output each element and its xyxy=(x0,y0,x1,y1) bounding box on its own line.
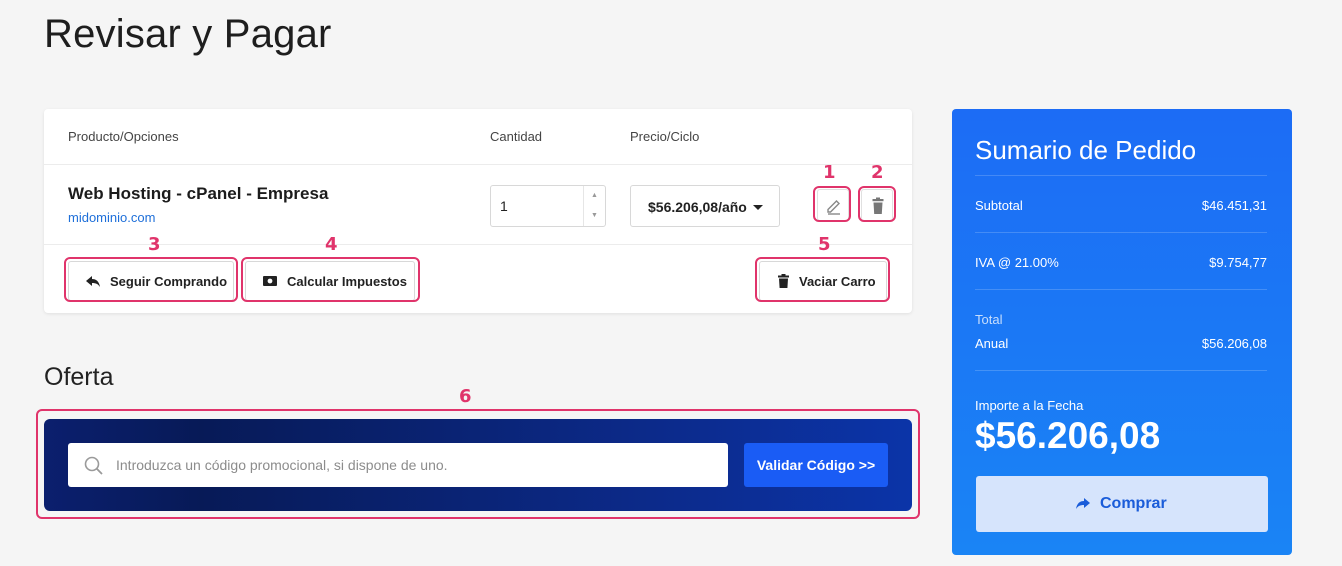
empty-cart-button[interactable]: Vaciar Carro xyxy=(759,261,887,301)
page-title: Revisar y Pagar xyxy=(44,12,332,56)
annotation-number-4: 4 xyxy=(325,234,338,255)
summary-divider xyxy=(975,175,1267,176)
checkout-button[interactable]: Comprar xyxy=(976,476,1268,532)
header-product: Producto/Opciones xyxy=(68,129,179,144)
annotation-number-6: 6 xyxy=(459,386,472,407)
promo-code-input[interactable] xyxy=(116,443,716,487)
due-today-amount: $56.206,08 xyxy=(975,415,1161,456)
product-domain-link[interactable]: midominio.com xyxy=(68,210,155,225)
empty-cart-label: Vaciar Carro xyxy=(799,274,876,289)
summary-divider xyxy=(975,289,1267,290)
annotation-number-3: 3 xyxy=(148,234,161,255)
continue-shopping-label: Seguir Comprando xyxy=(110,274,228,289)
annotation-number-2: 2 xyxy=(871,162,884,183)
reply-arrow-icon xyxy=(86,276,100,287)
offer-title: Oferta xyxy=(44,363,114,391)
calculate-taxes-label: Calcular Impuestos xyxy=(287,274,407,289)
summary-title: Sumario de Pedido xyxy=(975,135,1197,165)
calculate-taxes-button[interactable]: Calcular Impuestos xyxy=(245,261,415,301)
trash-icon xyxy=(872,197,884,214)
promo-panel: Validar Código >> xyxy=(44,419,912,511)
cart-item-row: Web Hosting - cPanel - Empresa midominio… xyxy=(44,165,912,245)
decrement-icon[interactable]: ▼ xyxy=(584,206,605,226)
billing-cycle-value: $56.206,08/año xyxy=(648,199,747,215)
billing-cycle-select[interactable]: $56.206,08/año xyxy=(630,185,780,227)
pencil-icon xyxy=(827,200,840,215)
subtotal-row: Subtotal $46.451,31 xyxy=(975,198,1267,213)
checkout-label: Comprar xyxy=(1100,495,1167,512)
search-icon xyxy=(84,456,103,475)
edit-item-button[interactable] xyxy=(817,189,849,221)
money-icon xyxy=(263,276,277,286)
tax-label: IVA @ 21.00% xyxy=(975,255,1059,270)
promo-code-field[interactable] xyxy=(68,443,728,487)
annotation-number-1: 1 xyxy=(823,162,836,183)
quantity-stepper[interactable]: 1 ▲ ▼ xyxy=(490,185,606,227)
quantity-value: 1 xyxy=(500,198,508,214)
tax-value: $9.754,77 xyxy=(1209,255,1267,270)
total-label: Total xyxy=(975,312,1003,327)
order-summary: Sumario de Pedido Subtotal $46.451,31 IV… xyxy=(952,109,1292,555)
tax-row: IVA @ 21.00% $9.754,77 xyxy=(975,255,1267,270)
product-name: Web Hosting - cPanel - Empresa xyxy=(68,184,329,203)
share-arrow-icon xyxy=(1076,498,1090,509)
summary-divider xyxy=(975,232,1267,233)
cycle-label: Anual xyxy=(975,336,1009,351)
trash-icon xyxy=(778,274,789,288)
subtotal-value: $46.451,31 xyxy=(1201,198,1267,213)
remove-item-button[interactable] xyxy=(861,189,893,221)
header-price: Precio/Ciclo xyxy=(630,129,700,144)
annotation-number-5: 5 xyxy=(818,234,831,255)
chevron-down-icon xyxy=(753,205,763,210)
summary-divider xyxy=(975,370,1267,371)
cart-header: Producto/Opciones Cantidad Precio/Ciclo xyxy=(44,109,912,165)
subtotal-label: Subtotal xyxy=(975,198,1023,213)
increment-icon[interactable]: ▲ xyxy=(584,186,605,206)
validate-code-button[interactable]: Validar Código >> xyxy=(744,443,888,487)
cart-card: Producto/Opciones Cantidad Precio/Ciclo … xyxy=(44,109,912,313)
quantity-spinner[interactable]: ▲ ▼ xyxy=(583,186,605,226)
cycle-value: $56.206,08 xyxy=(1201,336,1267,351)
total-row: Anual $56.206,08 xyxy=(975,336,1267,351)
header-quantity: Cantidad xyxy=(490,129,543,144)
continue-shopping-button[interactable]: Seguir Comprando xyxy=(68,261,234,301)
due-today-label: Importe a la Fecha xyxy=(975,398,1084,413)
